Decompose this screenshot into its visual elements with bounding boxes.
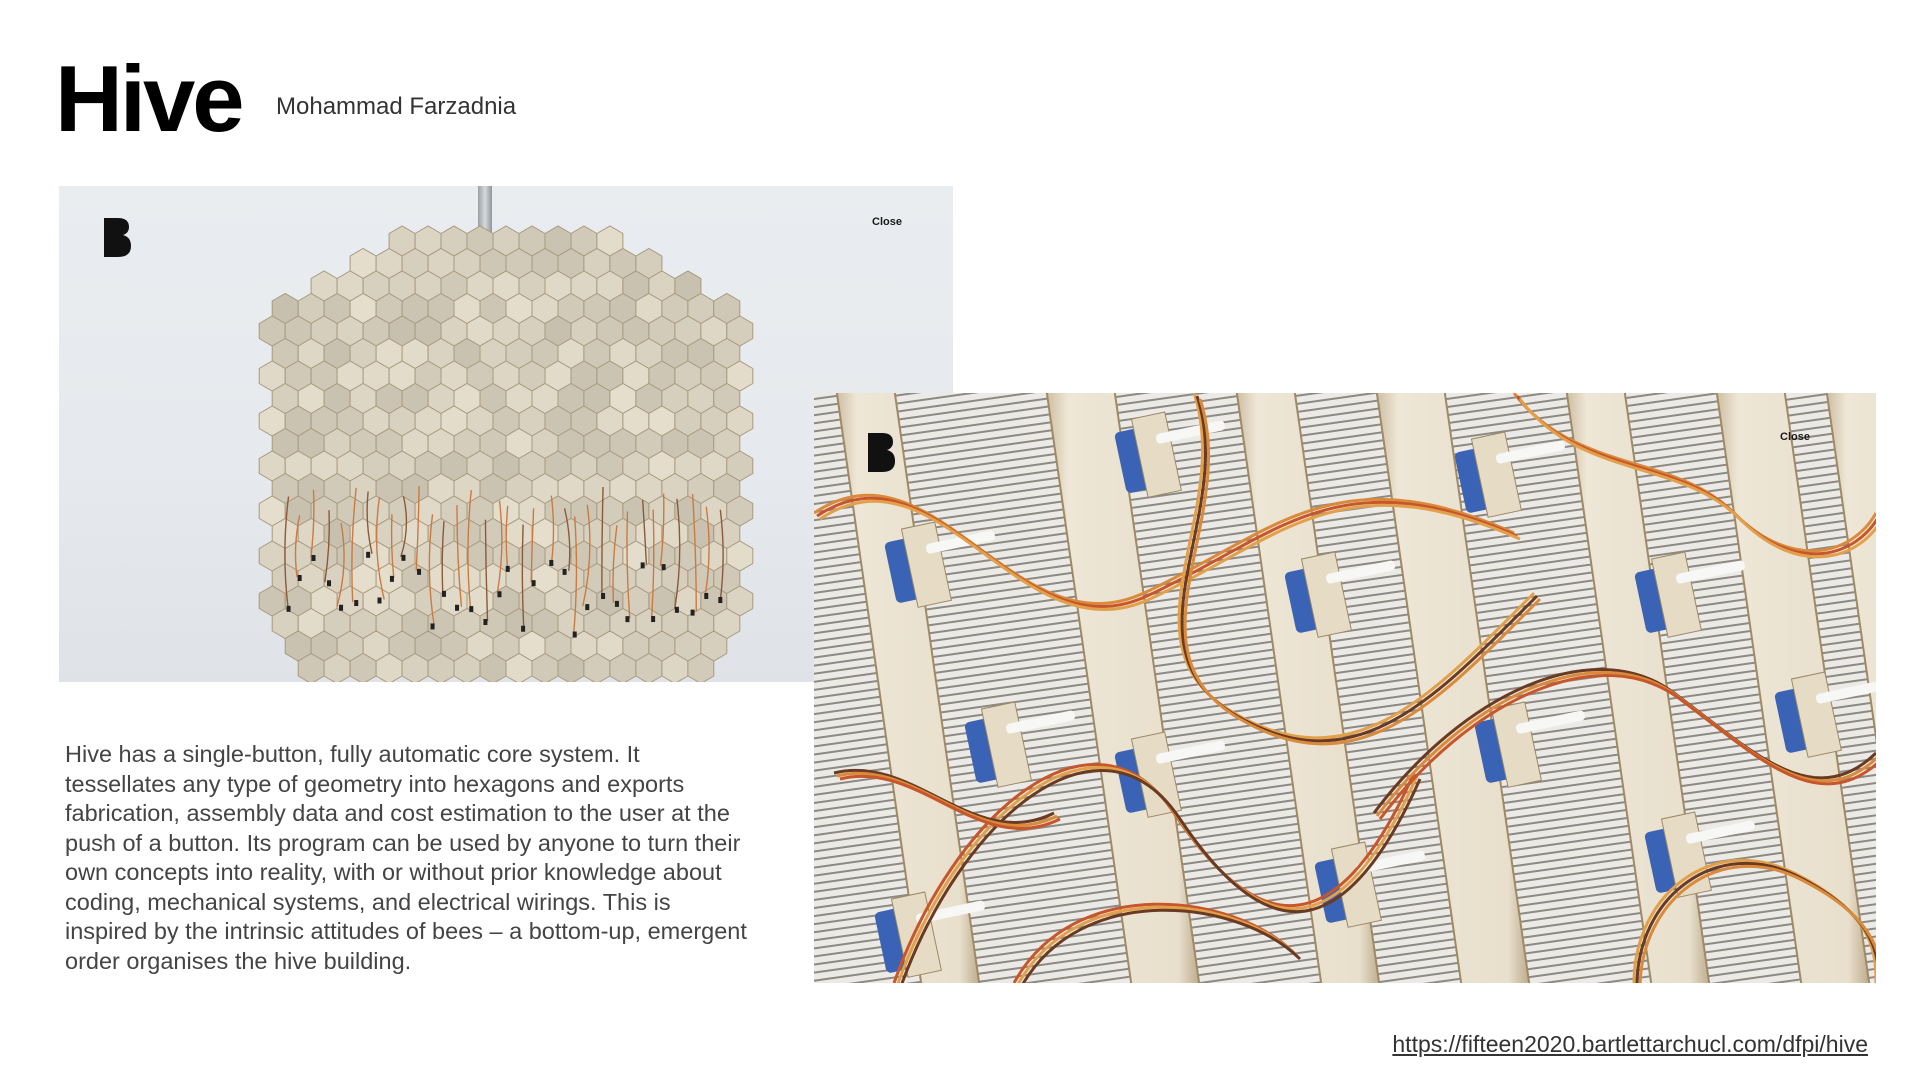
close-label: Close <box>872 216 902 228</box>
wire-connector <box>366 552 370 558</box>
wire-connector <box>311 555 315 561</box>
project-description: Hive has a single-button, fully automati… <box>65 740 755 976</box>
wire-connector <box>585 604 589 610</box>
slide: Hive Mohammad Farzadnia Close Close Hive… <box>0 0 1920 1080</box>
servo-closeup-photo: Close <box>814 393 1876 983</box>
source-link[interactable]: https://fifteen2020.bartlettarchucl.com/… <box>1392 1031 1868 1058</box>
wire-connector <box>691 610 695 616</box>
wire-connector <box>431 623 435 629</box>
wire-connector <box>401 555 405 561</box>
wire-connector <box>455 605 459 611</box>
wire-connector <box>506 566 510 572</box>
author-name: Mohammad Farzadnia <box>276 93 516 121</box>
wire-connector <box>469 606 473 612</box>
page-title: Hive <box>55 52 242 146</box>
wire-connector <box>651 616 655 622</box>
wire-connector <box>704 593 708 599</box>
wire-connector <box>377 597 381 603</box>
wire-connector <box>521 626 525 632</box>
wire-connector <box>601 593 605 599</box>
wire-connector <box>641 562 645 568</box>
wire-connector <box>390 576 394 582</box>
wire-connector <box>327 580 331 586</box>
wire-connector <box>298 575 302 581</box>
wire-connector <box>549 560 553 566</box>
wire-connector <box>675 607 679 613</box>
wire-connector <box>573 632 577 638</box>
wire-connector <box>563 569 567 575</box>
wire-connector <box>662 564 666 570</box>
wire-connector <box>339 605 343 611</box>
wire-connector <box>625 616 629 622</box>
bartlett-logo-icon <box>102 216 132 258</box>
wire-connector <box>417 569 421 575</box>
close-label: Close <box>1780 431 1810 443</box>
wire-connector <box>497 591 501 597</box>
wire-connector <box>287 606 291 612</box>
wire-connector <box>354 600 358 606</box>
wire-connector <box>718 597 722 603</box>
wire-connector <box>532 580 536 586</box>
bartlett-logo-icon <box>866 431 896 473</box>
wire-connector <box>615 601 619 607</box>
wire-connector <box>442 591 446 597</box>
servo-illustration <box>814 393 1876 983</box>
wire-connector <box>483 619 487 625</box>
